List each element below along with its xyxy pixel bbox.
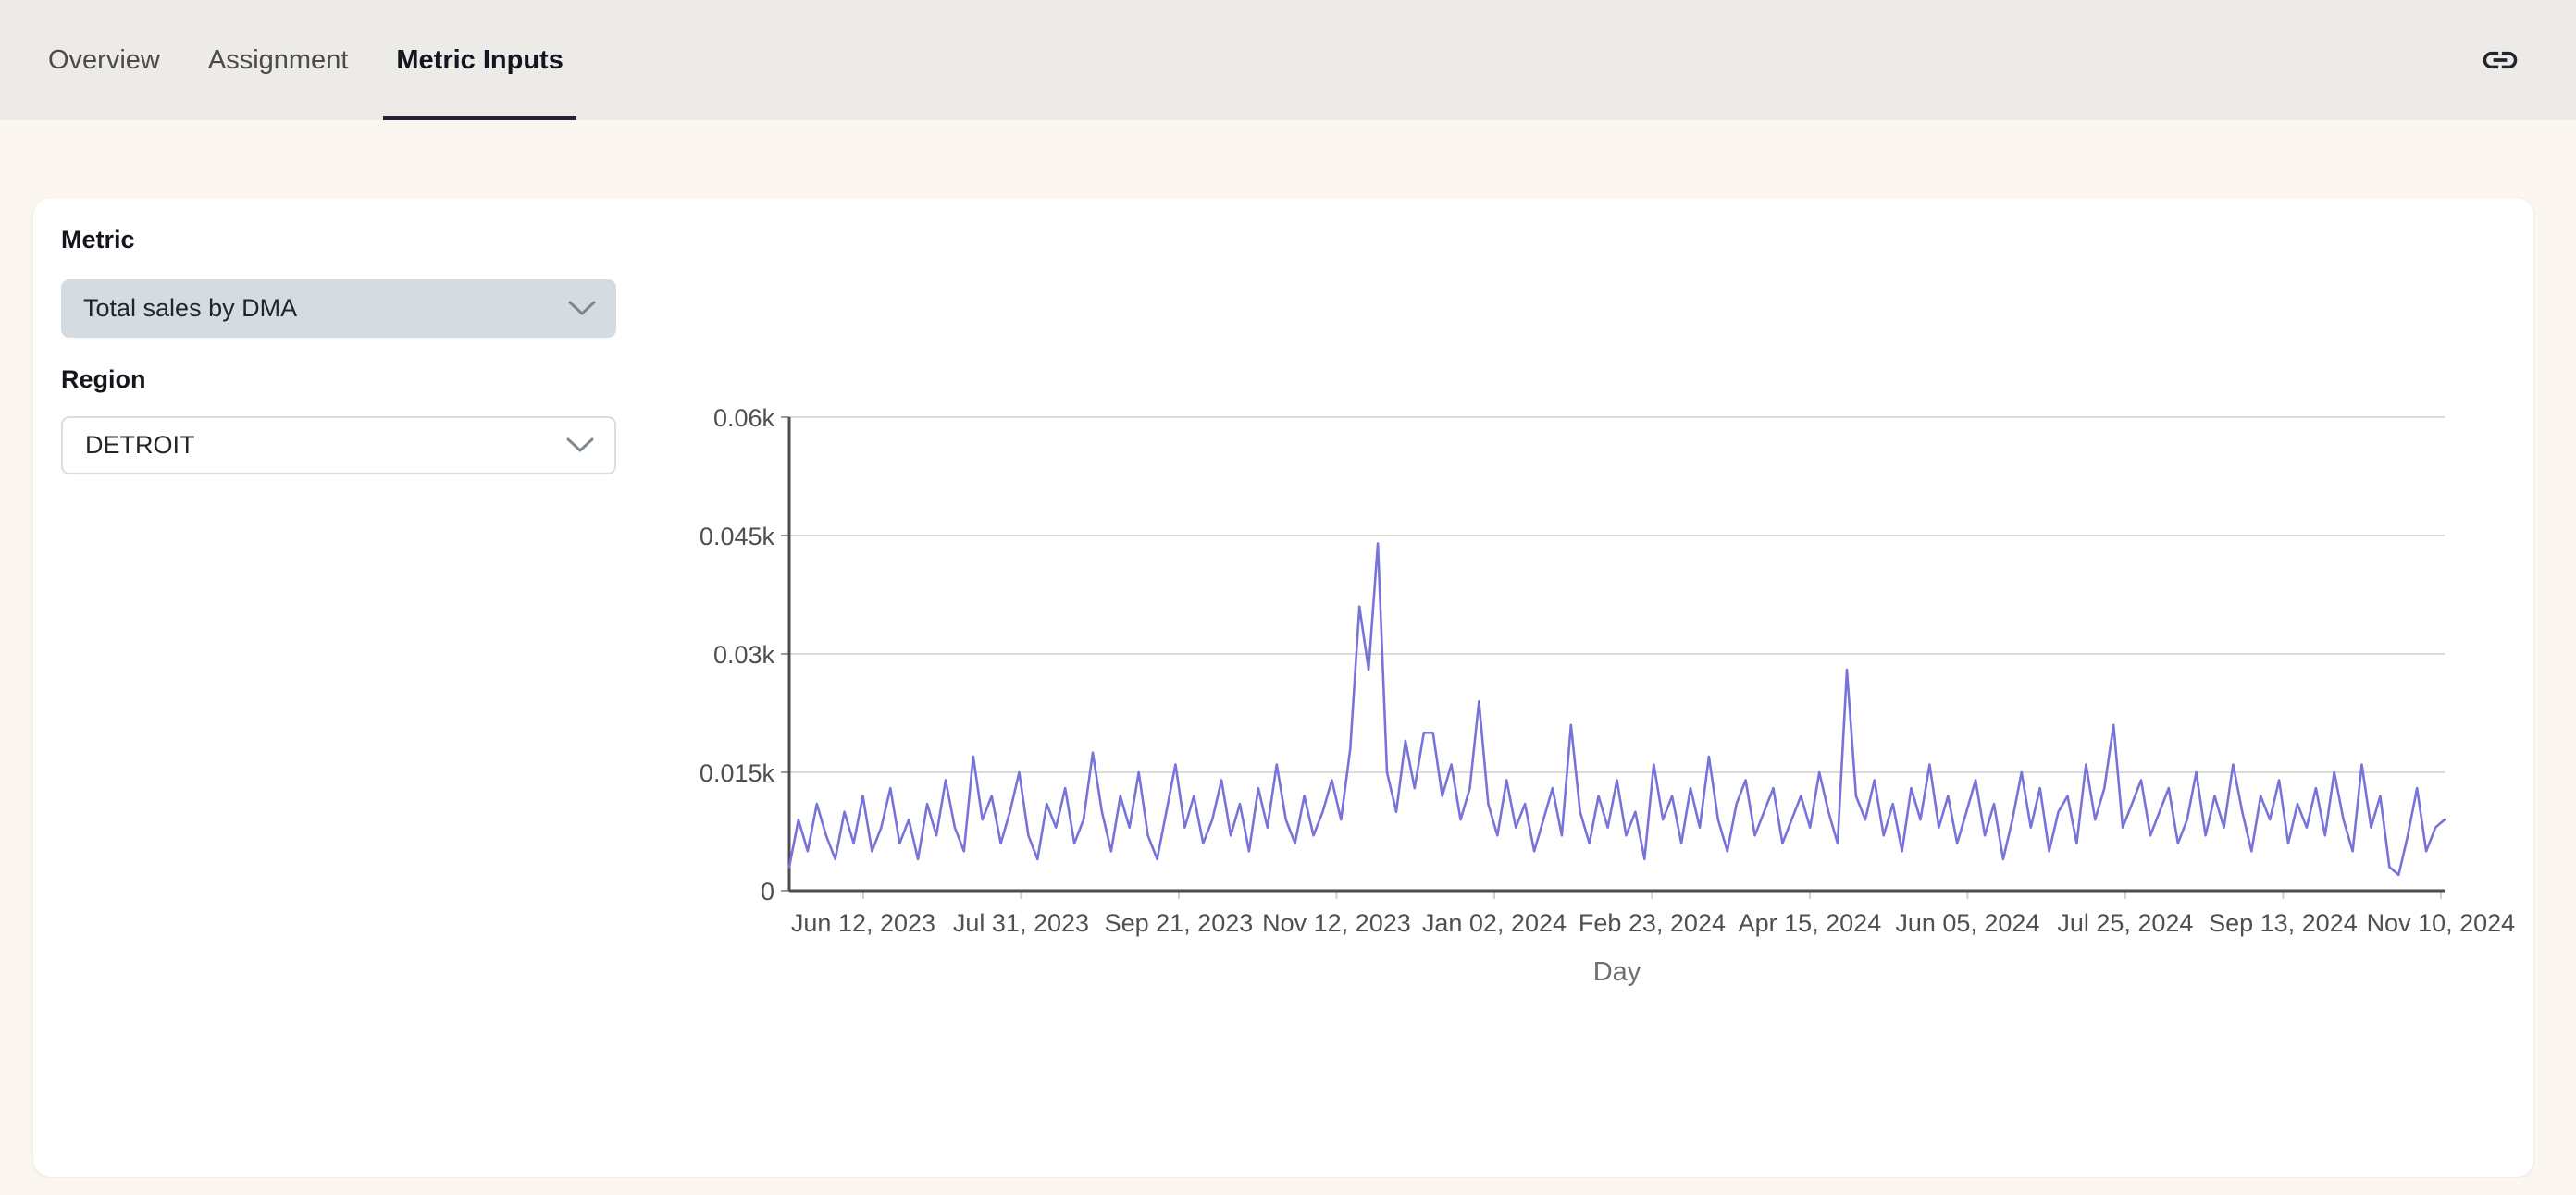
x-tick-label: Jul 25, 2024 [2057, 909, 2193, 937]
link-icon [2480, 40, 2520, 80]
x-tick-label: Jun 05, 2024 [1895, 909, 2039, 937]
tab-assignment[interactable]: Assignment [201, 0, 356, 120]
tab-overview-label: Overview [48, 45, 160, 76]
y-tick-label: 0.045k [700, 523, 775, 550]
tab-overview[interactable]: Overview [41, 0, 167, 120]
sales-line-chart: 0 0.015k 0.03k 0.045k 0.06k Jun 12, 2023 Jul 3… [685, 388, 2517, 1017]
y-tick-label: 0.06k [713, 404, 775, 432]
region-select[interactable]: DETROIT [61, 416, 616, 474]
x-tick-label: Nov 10, 2024 [2367, 909, 2516, 937]
x-axis-title: Day [1593, 957, 1641, 987]
top-nav: Overview Assignment Metric Inputs [0, 0, 2576, 120]
page-background: Metric Total sales by DMA Region DETROIT… [0, 120, 2576, 1195]
x-tick-label: Feb 23, 2024 [1579, 909, 1726, 937]
x-tick-label: Jan 02, 2024 [1422, 909, 1567, 937]
metric-select-value: Total sales by DMA [83, 294, 297, 323]
region-label: Region [61, 365, 146, 394]
y-tick-label: 0 [761, 878, 774, 905]
x-tick-label: Apr 15, 2024 [1739, 909, 1882, 937]
metric-label: Metric [61, 226, 135, 254]
x-tick-label: Jun 12, 2023 [791, 909, 935, 937]
metric-inputs-card: Metric Total sales by DMA Region DETROIT… [33, 198, 2533, 1177]
tab-bar: Overview Assignment Metric Inputs [41, 0, 571, 120]
x-tick-label: Sep 13, 2024 [2209, 909, 2358, 937]
y-tick-label: 0.03k [713, 641, 775, 669]
x-tick-label: Nov 12, 2023 [1262, 909, 1411, 937]
tab-metric-inputs[interactable]: Metric Inputs [389, 0, 570, 120]
metric-select[interactable]: Total sales by DMA [61, 279, 616, 338]
x-tick-label: Jul 31, 2023 [953, 909, 1089, 937]
chevron-down-icon [568, 301, 596, 316]
tab-metric-inputs-label: Metric Inputs [396, 45, 563, 76]
series-line [789, 544, 2445, 875]
chevron-down-icon [566, 437, 594, 453]
y-tick-label: 0.015k [700, 759, 775, 787]
x-tick-label: Sep 21, 2023 [1105, 909, 1254, 937]
copy-link-button[interactable] [2478, 38, 2522, 82]
region-select-value: DETROIT [85, 431, 195, 460]
tab-assignment-label: Assignment [208, 45, 349, 76]
